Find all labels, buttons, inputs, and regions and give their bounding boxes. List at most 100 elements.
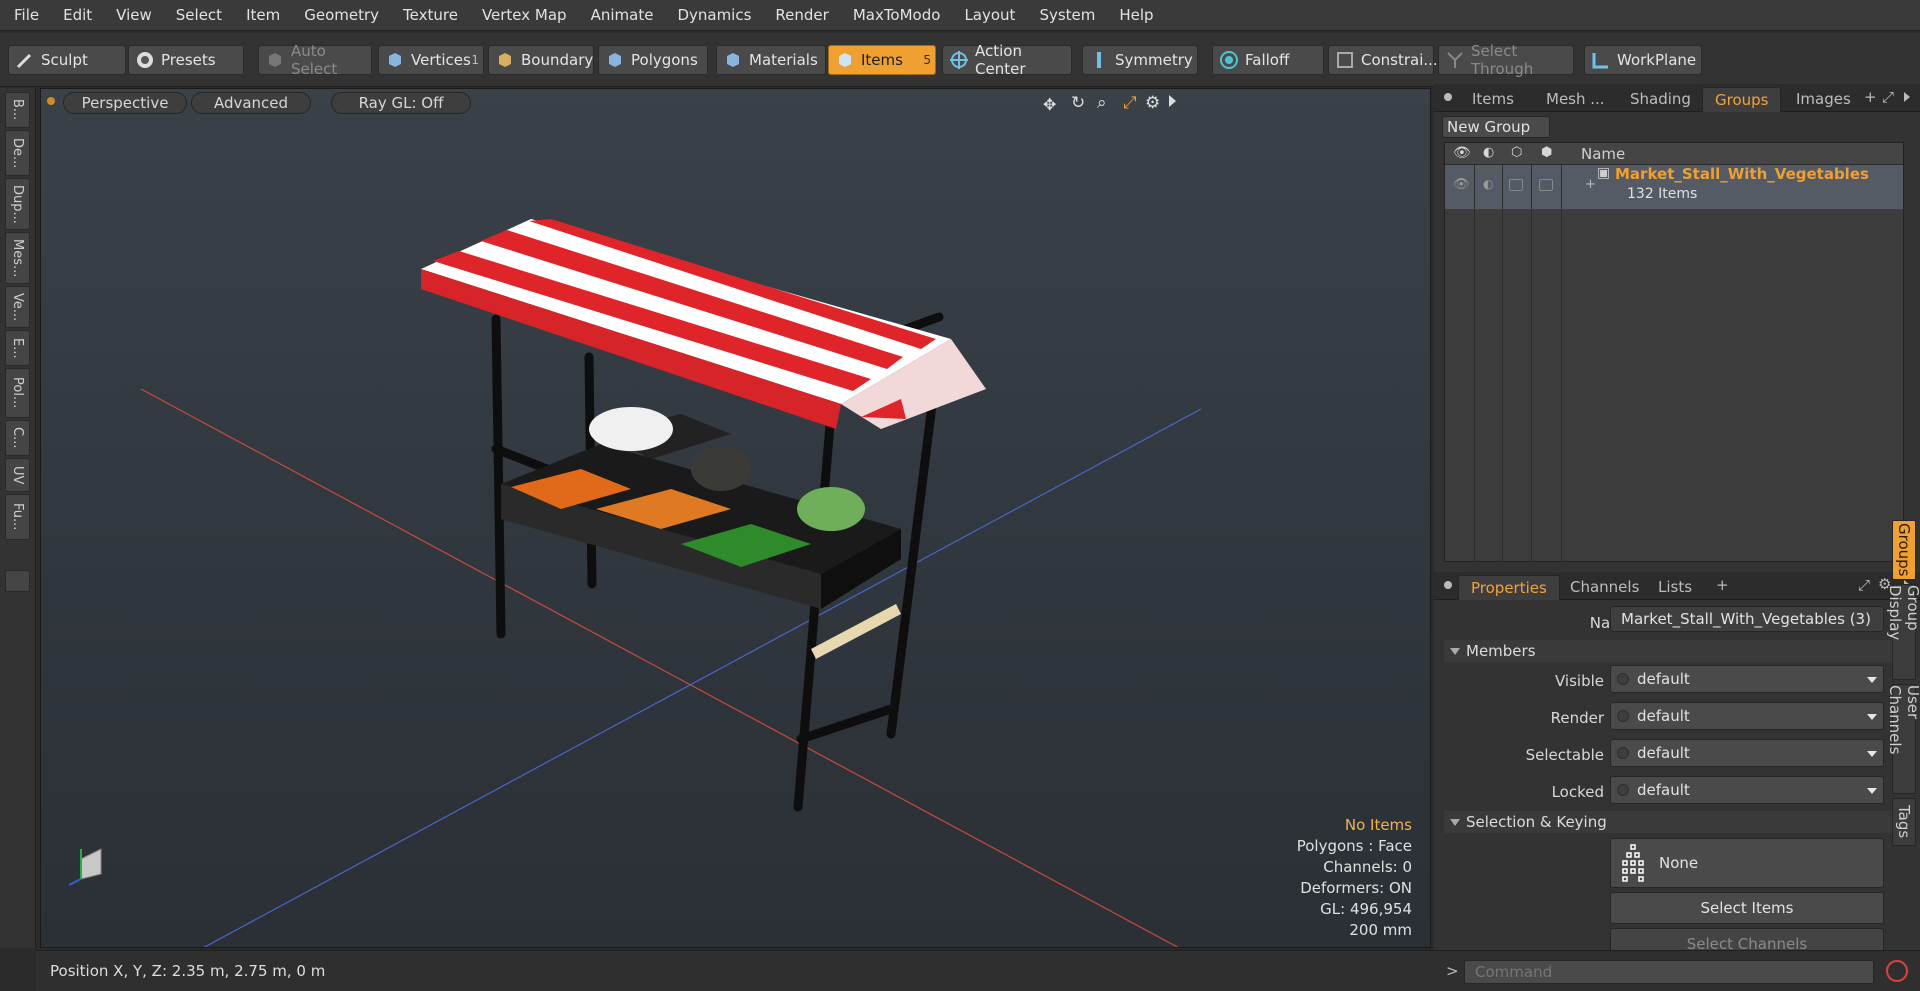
zoom-icon[interactable]: ⌕: [1097, 93, 1117, 113]
visible-dropdown[interactable]: default: [1610, 665, 1884, 693]
row-render-icon[interactable]: ◐: [1483, 177, 1493, 191]
row-lock-checkbox[interactable]: [1509, 179, 1523, 191]
group-row[interactable]: 👁 ◐ + ▣ Market_Stall_With_Vegetables 132…: [1445, 165, 1903, 209]
menu-system[interactable]: System: [1027, 0, 1107, 31]
tab-items[interactable]: Items: [1460, 87, 1526, 112]
rotate-icon[interactable]: ↻: [1071, 93, 1091, 113]
settings-gear-icon[interactable]: ⚙: [1145, 93, 1165, 113]
panel-dot-icon: [1444, 93, 1452, 101]
menu-item[interactable]: Item: [234, 0, 292, 31]
polygons-button[interactable]: Polygons: [598, 45, 708, 75]
none-selection-button[interactable]: None: [1610, 838, 1884, 888]
fit-icon[interactable]: ⤢: [1123, 93, 1143, 113]
tab-channels[interactable]: Channels: [1558, 575, 1651, 600]
add-tab-icon[interactable]: +: [1864, 88, 1877, 106]
pan-icon[interactable]: ✥: [1043, 95, 1063, 115]
sculpt-icon: [15, 50, 35, 70]
locked-dropdown[interactable]: default: [1610, 776, 1884, 804]
menu-vertex-map[interactable]: Vertex Map: [470, 0, 579, 31]
sculpt-button[interactable]: Sculpt: [8, 45, 126, 75]
vtab-user-channels[interactable]: User Channels: [1886, 684, 1920, 794]
tab-properties[interactable]: Properties: [1458, 575, 1560, 600]
left-tab-basic[interactable]: B...: [5, 92, 30, 128]
left-tab-fusion[interactable]: Fu...: [5, 494, 30, 540]
raygl-toggle[interactable]: Ray GL: Off: [331, 92, 471, 114]
left-tab-mesh-edit[interactable]: Mes...: [5, 232, 30, 284]
tab-images[interactable]: Images: [1784, 87, 1863, 112]
left-tab-vertex[interactable]: Ve...: [5, 286, 30, 328]
menu-maxtomodo[interactable]: MaxToModo: [841, 0, 953, 31]
select-through-button[interactable]: Select Through: [1438, 42, 1574, 78]
left-tab-uv[interactable]: UV: [5, 458, 30, 492]
command-input[interactable]: [1464, 960, 1874, 984]
materials-button[interactable]: Materials: [716, 45, 826, 75]
scale-info: 200 mm: [1349, 921, 1412, 939]
vertices-button[interactable]: Vertices 1: [378, 45, 484, 75]
left-tab-curve[interactable]: C...: [5, 420, 30, 456]
left-tab-extra[interactable]: [5, 570, 30, 592]
expand-icon[interactable]: ⤢: [1882, 88, 1894, 106]
tab-mesh[interactable]: Mesh ...: [1534, 87, 1617, 112]
menu-view[interactable]: View: [104, 0, 164, 31]
groups-list: 👁 ◐ ⬡ ⬢ Name 👁 ◐ + ▣ Market_Stall_With_V…: [1444, 142, 1904, 562]
menu-file[interactable]: File: [0, 0, 51, 31]
falloff-button[interactable]: Falloff: [1212, 45, 1324, 75]
menu-help[interactable]: Help: [1107, 0, 1165, 31]
left-tab-edge[interactable]: E...: [5, 330, 30, 366]
left-tab-deform[interactable]: De...: [5, 130, 30, 176]
members-section[interactable]: Members: [1444, 640, 1904, 662]
properties-expand-icon[interactable]: ⤢: [1858, 576, 1870, 594]
advanced-dropdown[interactable]: Advanced: [191, 92, 311, 114]
name-field[interactable]: Market_Stall_With_Vegetables (3): [1610, 606, 1884, 632]
selection-keying-section[interactable]: Selection & Keying: [1444, 811, 1904, 833]
tab-lists[interactable]: Lists: [1646, 575, 1704, 600]
perspective-dropdown[interactable]: Perspective: [63, 92, 187, 114]
visible-label: Visible: [1555, 672, 1604, 690]
render-icon[interactable]: ◐: [1483, 145, 1494, 160]
row-eye-icon[interactable]: 👁: [1453, 177, 1470, 192]
menu-render[interactable]: Render: [763, 0, 840, 31]
left-tab-duplicate[interactable]: Dup...: [5, 178, 30, 230]
symmetry-button[interactable]: Symmetry: [1082, 45, 1198, 75]
menu-texture[interactable]: Texture: [391, 0, 470, 31]
vtab-group-display[interactable]: Group Display: [1886, 584, 1920, 680]
selectable-dropdown[interactable]: default: [1610, 739, 1884, 767]
menu-edit[interactable]: Edit: [51, 0, 104, 31]
viewport-menu-arrow-icon[interactable]: [1169, 95, 1176, 107]
panel-menu-arrow-icon[interactable]: [1904, 92, 1910, 102]
group-item-count: 132 Items: [1627, 186, 1698, 202]
record-icon[interactable]: [1886, 960, 1908, 982]
menu-bar: File Edit View Select Item Geometry Texture Ver…: [0, 0, 1920, 31]
render-dropdown[interactable]: default: [1610, 702, 1884, 730]
items-button[interactable]: Items 5: [828, 45, 936, 75]
constraints-button[interactable]: Constrai...: [1328, 45, 1438, 75]
select-icon[interactable]: ⬢: [1541, 145, 1552, 160]
lock-icon[interactable]: ⬡: [1511, 145, 1522, 160]
groups-tab-row: Items Mesh ... Shading Groups Images + ⤢: [1434, 84, 1920, 112]
workplane-button[interactable]: WorkPlane: [1584, 45, 1702, 75]
action-center-icon: [949, 50, 969, 70]
select-items-button[interactable]: Select Items: [1610, 892, 1884, 924]
left-tab-polygon[interactable]: Pol...: [5, 368, 30, 418]
menu-layout[interactable]: Layout: [952, 0, 1027, 31]
boundary-button[interactable]: Boundary: [488, 45, 594, 75]
presets-button[interactable]: Presets: [128, 45, 244, 75]
menu-select[interactable]: Select: [164, 0, 234, 31]
falloff-icon: [1219, 50, 1239, 70]
visibility-eye-icon[interactable]: 👁: [1453, 145, 1471, 161]
menu-geometry[interactable]: Geometry: [292, 0, 391, 31]
new-group-button[interactable]: New Group: [1442, 116, 1550, 138]
tab-groups[interactable]: Groups: [1702, 87, 1782, 112]
action-center-button[interactable]: Action Center: [942, 42, 1072, 78]
viewport-scene: [68, 219, 1202, 947]
3d-viewport[interactable]: Perspective Advanced Ray GL: Off ✥ ↻ ⌕ ⤢…: [40, 88, 1431, 948]
expand-plus-icon[interactable]: +: [1585, 177, 1596, 192]
row-select-checkbox[interactable]: [1539, 179, 1553, 191]
vtab-tags[interactable]: Tags: [1892, 798, 1916, 846]
vtab-groups[interactable]: Groups: [1892, 520, 1916, 580]
auto-select-button[interactable]: Auto Select: [258, 42, 372, 78]
menu-animate[interactable]: Animate: [579, 0, 666, 31]
menu-dynamics[interactable]: Dynamics: [665, 0, 763, 31]
tab-shading[interactable]: Shading: [1618, 87, 1703, 112]
add-properties-tab-icon[interactable]: +: [1716, 576, 1729, 594]
